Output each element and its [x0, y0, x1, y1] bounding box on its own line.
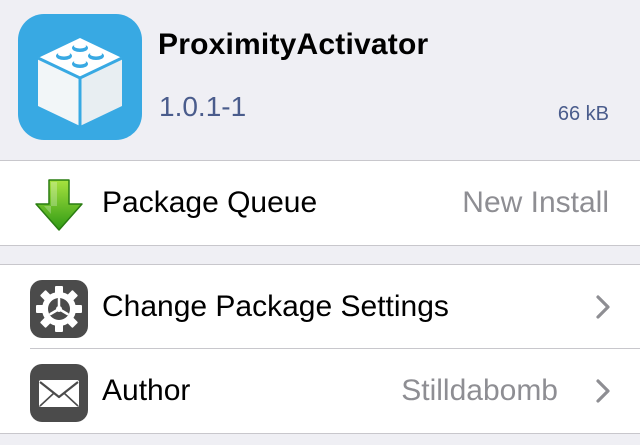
green-down-arrow-icon: [30, 176, 88, 234]
package-size: 66 kB: [557, 103, 609, 125]
author-label: Author: [102, 374, 191, 407]
lego-brick-icon: [18, 14, 142, 140]
divider: [0, 433, 640, 434]
chevron-right-icon: [596, 379, 610, 403]
package-name: ProximityActivator: [158, 28, 429, 61]
package-queue-value: New Install: [462, 186, 609, 219]
author-value: Stilldabomb: [401, 374, 558, 407]
package-header: ProximityActivator 1.0.1-1 66 kB: [0, 0, 640, 160]
package-queue-label: Package Queue: [102, 186, 318, 219]
author-row[interactable]: Author Stilldabomb: [0, 349, 640, 433]
package-version: 1.0.1-1: [159, 91, 247, 122]
envelope-icon: [30, 364, 88, 422]
divider: [0, 245, 640, 246]
details-group: Change Package Settings Author Stilldabo…: [0, 265, 640, 433]
change-package-settings-label: Change Package Settings: [102, 290, 449, 323]
queue-group: Package Queue New Install: [0, 161, 640, 245]
chevron-right-icon: [596, 295, 610, 319]
gear-icon: [30, 280, 88, 338]
package-queue-row[interactable]: Package Queue New Install: [0, 161, 640, 245]
change-package-settings-row[interactable]: Change Package Settings: [0, 265, 640, 349]
